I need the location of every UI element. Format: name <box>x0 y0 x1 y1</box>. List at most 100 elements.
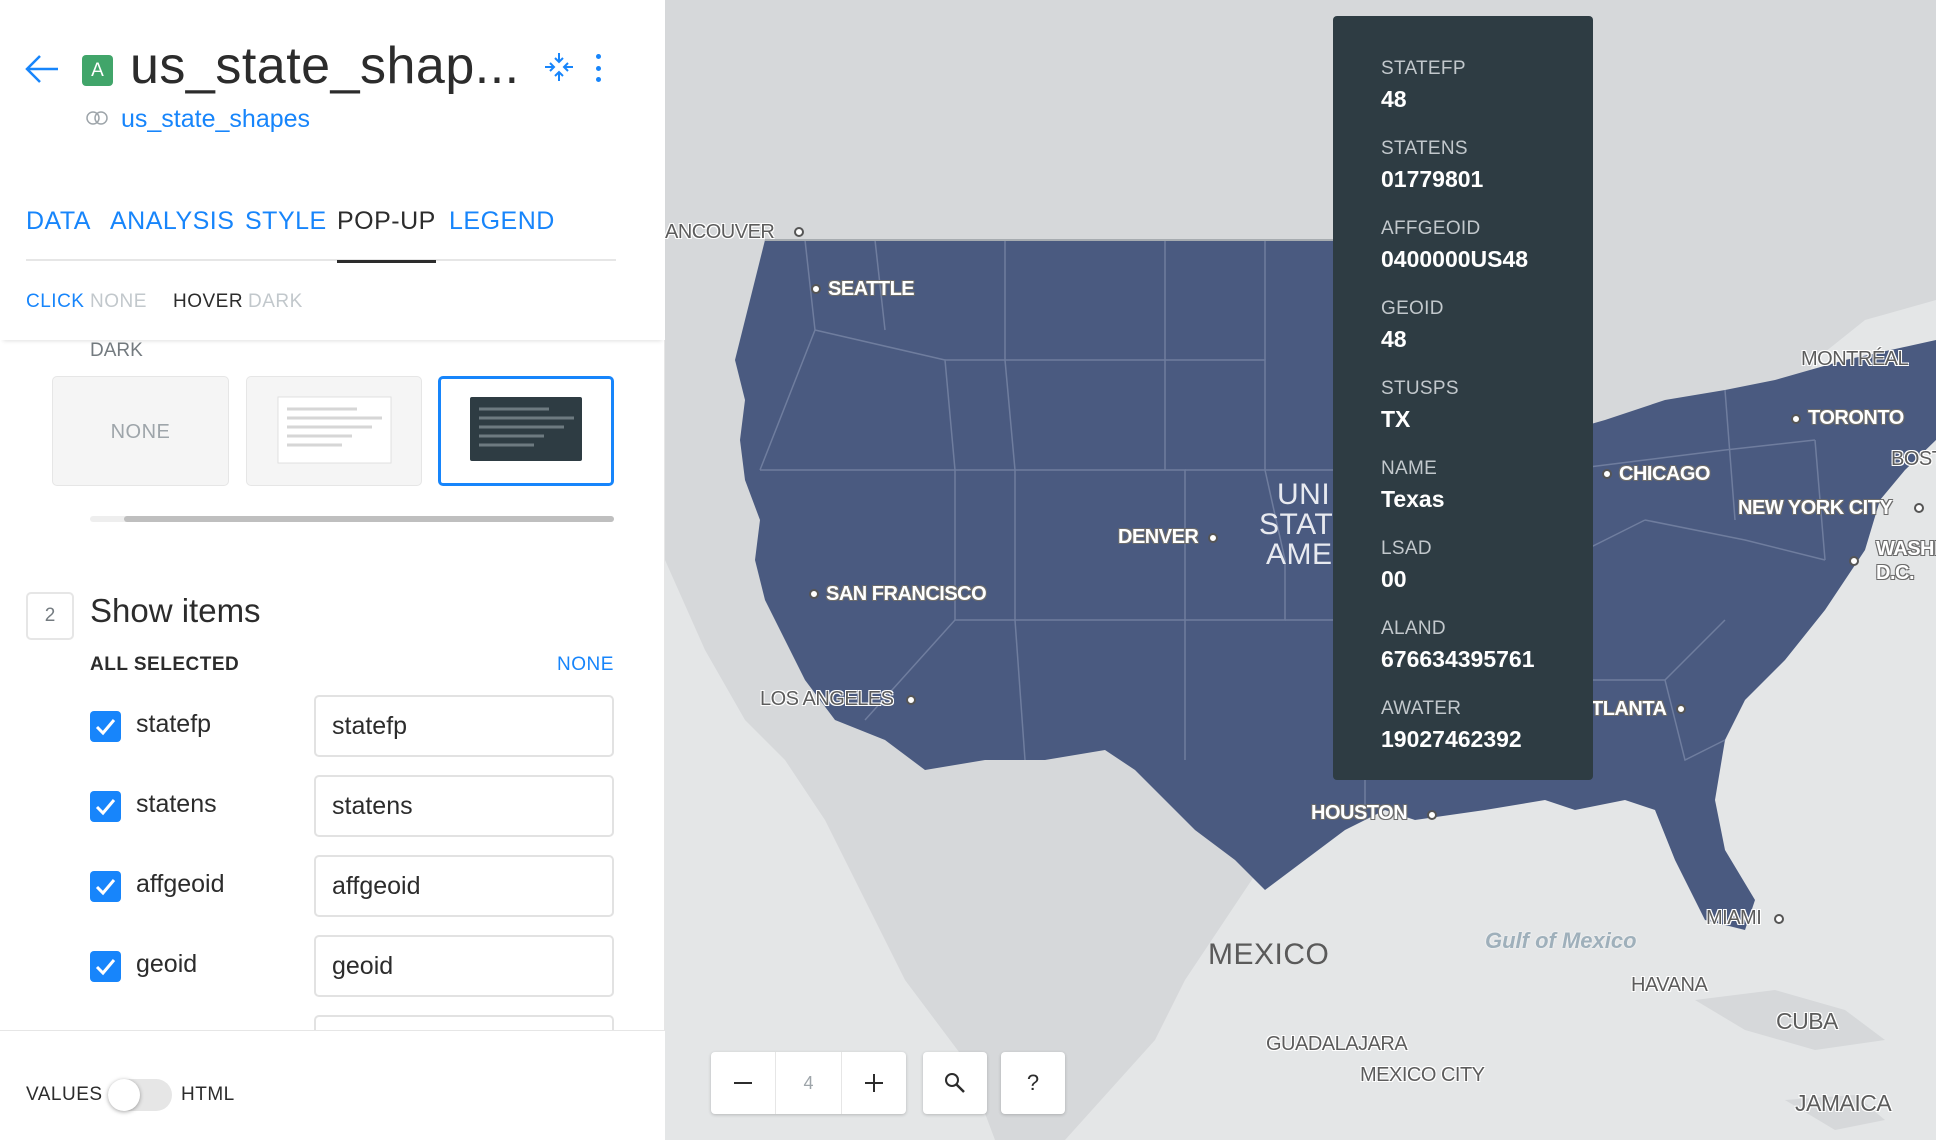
subtab-click-value: NONE <box>90 291 147 312</box>
map-label-montreal: MONTRÉAL <box>1801 348 1909 370</box>
map-label-jamaica: JAMAICA <box>1795 1090 1892 1116</box>
popup-field-value: 00 <box>1381 566 1407 592</box>
panel-footer: VALUES HTML <box>0 1030 665 1140</box>
item-title-input[interactable] <box>314 935 614 997</box>
tab-popup[interactable]: POP-UP <box>337 205 436 263</box>
map-label-boston: BOST <box>1891 448 1936 470</box>
popup-field-key: NAME <box>1381 458 1438 479</box>
item-label: statefp <box>136 710 212 738</box>
tab-style[interactable]: STYLE <box>245 205 327 261</box>
map-label-usa-1: UNI <box>1277 478 1331 511</box>
subtab-click[interactable]: CLICK <box>26 291 84 313</box>
zoom-level: 4 <box>803 1073 814 1093</box>
hover-popup: STATEFP 48 STATENS 01779801 AFFGEOID 0400000U… <box>1333 16 1593 780</box>
map-label-denver: DENVER <box>1118 526 1199 548</box>
map-label-san-francisco: SAN FRANCISCO <box>826 583 987 605</box>
map-label-chicago: CHICAGO <box>1619 463 1710 485</box>
tab-legend[interactable]: LEGEND <box>449 205 555 261</box>
popup-field-key: STUSPS <box>1381 378 1459 399</box>
popup-field-key: STATENS <box>1381 138 1468 159</box>
item-checkbox[interactable] <box>90 791 121 822</box>
tab-data[interactable]: DATA <box>26 205 91 261</box>
popup-field: GEOID 48 <box>1381 298 1545 353</box>
tab-analysis[interactable]: ANALYSIS <box>110 205 234 261</box>
layer-editor-panel: A us_state_shap... us_state_shapes DATA … <box>0 0 665 1140</box>
popup-field-value: TX <box>1381 406 1411 432</box>
zoom-in-button[interactable] <box>842 1052 906 1114</box>
popup-field-value: 48 <box>1381 86 1407 112</box>
popup-field-key: ALAND <box>1381 618 1446 639</box>
collapse-icon[interactable] <box>542 50 576 84</box>
subtab-hover[interactable]: HOVER <box>173 291 243 313</box>
popup-field-key: GEOID <box>1381 298 1444 319</box>
back-arrow-icon[interactable] <box>24 52 60 86</box>
popup-field-value: 48 <box>1381 326 1407 352</box>
subtab-hover-value: DARK <box>248 291 303 312</box>
show-item-row-partial <box>90 1015 614 1030</box>
popup-field-key: AWATER <box>1381 698 1462 719</box>
city-dot <box>1427 810 1437 820</box>
city-dot <box>1208 533 1218 543</box>
map-label-mexico-city: MEXICO CITY <box>1360 1064 1485 1086</box>
check-icon <box>95 959 116 976</box>
popup-field-value: 01779801 <box>1381 166 1484 192</box>
item-title-input[interactable] <box>314 695 614 757</box>
item-title-input[interactable] <box>314 775 614 837</box>
search-map-button[interactable] <box>923 1052 987 1114</box>
popup-field-key: STATEFP <box>1381 58 1466 79</box>
layer-title[interactable]: us_state_shap... <box>130 36 520 96</box>
city-dot <box>906 695 916 705</box>
map-canvas[interactable]: ANCOUVER SEATTLE SAN FRANCISCO LOS ANGEL… <box>665 0 1936 1140</box>
popup-field-value: Texas <box>1381 486 1445 512</box>
map-label-gulf: Gulf of Mexico <box>1485 928 1637 953</box>
style-scrollbar[interactable] <box>90 516 614 522</box>
popup-style-none-label: NONE <box>110 421 171 443</box>
item-checkbox[interactable] <box>90 711 121 742</box>
item-title-input[interactable] <box>314 855 614 917</box>
popup-field: STATEFP 48 <box>1381 58 1545 113</box>
city-dot <box>794 227 804 237</box>
popup-style-dark[interactable] <box>438 376 614 486</box>
item-checkbox[interactable] <box>90 951 121 982</box>
zoom-out-button[interactable] <box>711 1052 775 1114</box>
popup-style-none[interactable]: NONE <box>52 376 229 486</box>
select-none-link[interactable]: NONE <box>557 654 614 676</box>
popup-field: NAME Texas <box>1381 458 1545 513</box>
map-label-atlanta: TLANTA <box>1591 698 1667 720</box>
popup-field: ALAND 676634395761 <box>1381 618 1545 673</box>
source-dataset-link[interactable]: us_state_shapes <box>121 105 310 134</box>
popup-field: LSAD 00 <box>1381 538 1545 593</box>
map-label-vancouver: ANCOUVER <box>665 221 775 243</box>
popup-field-key: AFFGEOID <box>1381 218 1481 239</box>
map-label-havana: HAVANA <box>1631 974 1708 996</box>
item-label: geoid <box>136 950 198 978</box>
check-icon <box>95 879 116 896</box>
layer-letter-badge: A <box>82 55 113 86</box>
show-item-row: statefp <box>90 695 614 757</box>
show-item-row: geoid <box>90 935 614 997</box>
map-label-seattle: SEATTLE <box>828 278 915 300</box>
light-popup-icon <box>277 396 392 464</box>
city-dot <box>1914 503 1924 513</box>
map-label-toronto: TORONTO <box>1808 407 1904 429</box>
item-title-input-partial[interactable] <box>314 1015 614 1030</box>
popup-field-key: LSAD <box>1381 538 1432 559</box>
all-selected-label: ALL SELECTED <box>90 654 240 675</box>
help-button[interactable]: ? <box>1001 1052 1065 1114</box>
popup-field: STUSPS TX <box>1381 378 1545 433</box>
map-label-usa-3: AME <box>1266 538 1333 571</box>
zoom-control: 4 <box>711 1052 906 1114</box>
item-label: affgeoid <box>136 870 225 898</box>
more-options-icon[interactable] <box>590 52 606 84</box>
map-label-houston: HOUSTON <box>1311 802 1408 824</box>
map-label-washington: WASHI <box>1876 538 1936 560</box>
values-html-toggle[interactable] <box>108 1079 172 1111</box>
popup-field: STATENS 01779801 <box>1381 138 1545 193</box>
city-dot <box>1791 414 1801 424</box>
minus-icon <box>734 1082 752 1084</box>
popup-field-value: 676634395761 <box>1381 646 1535 672</box>
item-checkbox[interactable] <box>90 871 121 902</box>
popup-style-light[interactable] <box>246 376 422 486</box>
map-label-new-york: NEW YORK CITY <box>1738 497 1893 519</box>
html-label: HTML <box>181 1084 235 1105</box>
